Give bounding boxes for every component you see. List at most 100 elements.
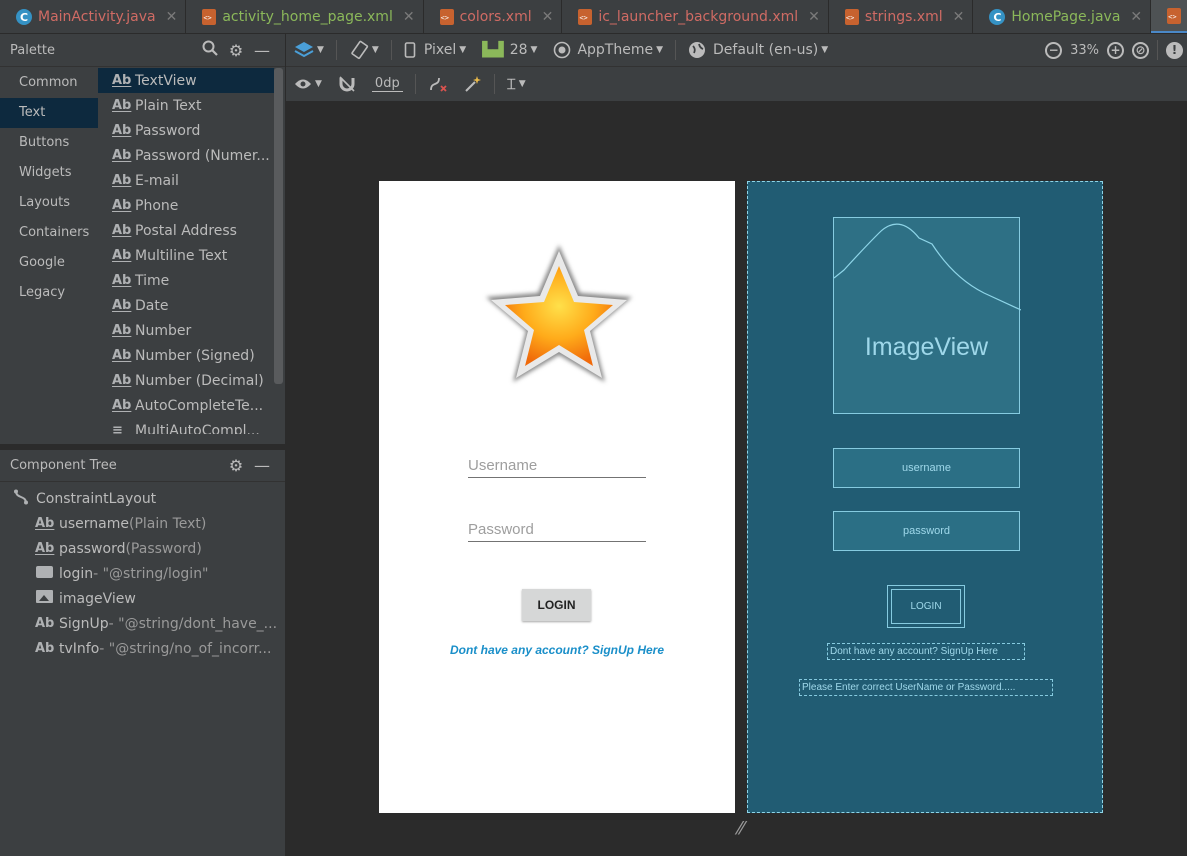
- zoom-out-button[interactable]: −: [1041, 34, 1066, 66]
- orientation-dropdown[interactable]: ▼: [341, 34, 387, 66]
- palette-item[interactable]: Ab Number: [98, 318, 274, 343]
- resize-handle-icon[interactable]: ⁄⁄: [738, 818, 744, 839]
- gear-icon[interactable]: ⚙: [223, 41, 249, 60]
- tree-node-detail: (Plain Text): [129, 515, 207, 532]
- palette-category-layouts[interactable]: Layouts: [0, 188, 98, 218]
- tree-node-tvinfo[interactable]: Ab tvInfo - "@string/no_of_incorr...: [0, 636, 285, 661]
- palette-category-google[interactable]: Google: [0, 248, 98, 278]
- component-tree-title: Component Tree: [10, 458, 117, 473]
- username-input[interactable]: Username: [468, 457, 646, 478]
- palette-scrollbar[interactable]: [274, 68, 283, 384]
- close-icon[interactable]: ✕: [953, 9, 965, 25]
- zoom-in-button[interactable]: +: [1103, 34, 1128, 66]
- tab-strings-xml[interactable]: strings.xml ✕: [829, 0, 974, 33]
- palette-item[interactable]: Ab TextView: [98, 68, 274, 93]
- palette-item[interactable]: Ab Number (Decimal): [98, 368, 274, 393]
- default-margin-dropdown[interactable]: 0dp: [364, 67, 411, 101]
- password-input[interactable]: Password: [468, 521, 646, 542]
- palette-item[interactable]: Ab Plain Text: [98, 93, 274, 118]
- tree-node-detail: - "@string/no_of_incorr...: [99, 640, 272, 657]
- tree-node-signup[interactable]: Ab SignUp - "@string/dont_have_...: [0, 611, 285, 636]
- palette-item[interactable]: Ab Password: [98, 118, 274, 143]
- palette-items: Ab TextView Ab Plain Text Ab Password Ab Pas…: [98, 68, 274, 434]
- close-icon[interactable]: ✕: [1130, 9, 1142, 25]
- tab-label: strings.xml: [864, 9, 943, 25]
- tab-ic-launcher-background-xml[interactable]: ic_launcher_background.xml ✕: [562, 0, 829, 33]
- palette-item[interactable]: Ab Time: [98, 268, 274, 293]
- tree-node-username[interactable]: Ab username (Plain Text): [0, 511, 285, 536]
- close-icon[interactable]: ✕: [808, 9, 820, 25]
- tree-node-name: tvInfo: [59, 640, 100, 657]
- design-canvas[interactable]: Username Password LOGIN Dont have any ac…: [286, 102, 1187, 856]
- xml-file-icon: [844, 9, 859, 25]
- palette-item-label: Plain Text: [135, 97, 202, 114]
- view-options-dropdown[interactable]: ▼: [286, 67, 330, 101]
- text-widget-icon: Ab: [112, 173, 132, 188]
- device-dropdown[interactable]: Pixel ▼: [396, 34, 474, 66]
- blueprint-imageview[interactable]: ImageView: [833, 217, 1021, 414]
- api-level-dropdown[interactable]: ▙▟ 28 ▼: [474, 34, 545, 66]
- clear-constraints-button[interactable]: [420, 67, 456, 101]
- star-image[interactable]: [479, 239, 639, 391]
- toolbar-divider: [335, 40, 337, 60]
- autoconnect-toggle[interactable]: [330, 67, 364, 101]
- palette-item[interactable]: ≡ MultiAutoCompl...: [98, 418, 274, 435]
- palette-item[interactable]: Ab Postal Address: [98, 218, 274, 243]
- tab-activity-home-page-xml[interactable]: activity_home_page.xml ✕: [186, 0, 424, 33]
- tab-activity-main-xml[interactable]: activity_mai: [1151, 0, 1187, 33]
- chevron-down-icon: ▼: [459, 45, 467, 55]
- tree-node-imageview[interactable]: imageView: [0, 586, 285, 611]
- close-icon[interactable]: ✕: [542, 9, 554, 25]
- theme-label: AppTheme: [577, 42, 654, 58]
- tab-colors-xml[interactable]: colors.xml ✕: [424, 0, 563, 33]
- blueprint-view[interactable]: ImageView username password LOGIN Dont h…: [747, 181, 1103, 813]
- blueprint-login-button[interactable]: LOGIN: [887, 585, 965, 628]
- tree-node-login[interactable]: login - "@string/login": [0, 561, 285, 586]
- zoom-fit-button[interactable]: ⊘: [1128, 34, 1153, 66]
- gear-icon[interactable]: ⚙: [223, 456, 249, 475]
- tab-mainactivity-java[interactable]: C MainActivity.java ✕: [0, 0, 187, 33]
- palette-item[interactable]: Ab Date: [98, 293, 274, 318]
- theme-dropdown[interactable]: AppTheme ▼: [545, 34, 671, 66]
- tab-homepage-java[interactable]: C HomePage.java ✕: [973, 0, 1152, 33]
- blueprint-username[interactable]: username: [833, 448, 1020, 488]
- tab-label: colors.xml: [459, 9, 532, 25]
- signup-link[interactable]: Dont have any account? SignUp Here: [379, 643, 735, 657]
- tree-node-name: login: [59, 565, 94, 582]
- tree-node-root[interactable]: ConstraintLayout: [0, 486, 285, 511]
- tree-node-password[interactable]: Ab password (Password): [0, 536, 285, 561]
- palette-item[interactable]: Ab Multiline Text: [98, 243, 274, 268]
- close-icon[interactable]: ✕: [403, 9, 415, 25]
- close-icon[interactable]: ✕: [166, 9, 178, 25]
- palette-category-legacy[interactable]: Legacy: [0, 278, 98, 308]
- guidelines-dropdown[interactable]: ⌶ ▼: [499, 67, 534, 101]
- palette-item[interactable]: Ab Number (Signed): [98, 343, 274, 368]
- palette-item-label: AutoCompleteTe...: [135, 397, 264, 414]
- infer-constraints-button[interactable]: [456, 67, 490, 101]
- palette-category-text[interactable]: Text: [0, 98, 98, 128]
- warnings-button[interactable]: !: [1162, 34, 1187, 66]
- minimize-icon[interactable]: —: [249, 41, 275, 60]
- login-button[interactable]: LOGIN: [522, 589, 591, 621]
- palette-item[interactable]: Ab E-mail: [98, 168, 274, 193]
- palette-category-buttons[interactable]: Buttons: [0, 128, 98, 158]
- palette-category-widgets[interactable]: Widgets: [0, 158, 98, 188]
- locale-dropdown[interactable]: Default (en-us) ▼: [680, 34, 836, 66]
- xml-file-icon: [439, 9, 454, 25]
- blueprint-password[interactable]: password: [833, 511, 1020, 551]
- palette-item-label: Number (Signed): [135, 347, 255, 364]
- design-surface-dropdown[interactable]: ▼: [286, 34, 332, 66]
- palette-item[interactable]: Ab Phone: [98, 193, 274, 218]
- blueprint-info-text[interactable]: Please Enter correct UserName or Passwor…: [799, 679, 1053, 696]
- minimize-icon[interactable]: —: [249, 456, 275, 475]
- palette-item[interactable]: Ab Password (Numer...: [98, 143, 274, 168]
- search-icon[interactable]: [197, 40, 223, 60]
- blueprint-signup-text[interactable]: Dont have any account? SignUp Here: [827, 643, 1025, 660]
- xml-file-icon: [578, 9, 593, 25]
- palette-category-containers[interactable]: Containers: [0, 218, 98, 248]
- design-preview[interactable]: Username Password LOGIN Dont have any ac…: [379, 181, 735, 813]
- palette-category-common[interactable]: Common: [0, 68, 98, 98]
- palette-item[interactable]: Ab AutoCompleteTe...: [98, 393, 274, 418]
- eye-icon: [295, 79, 311, 89]
- chevron-down-icon: ▼: [518, 79, 526, 89]
